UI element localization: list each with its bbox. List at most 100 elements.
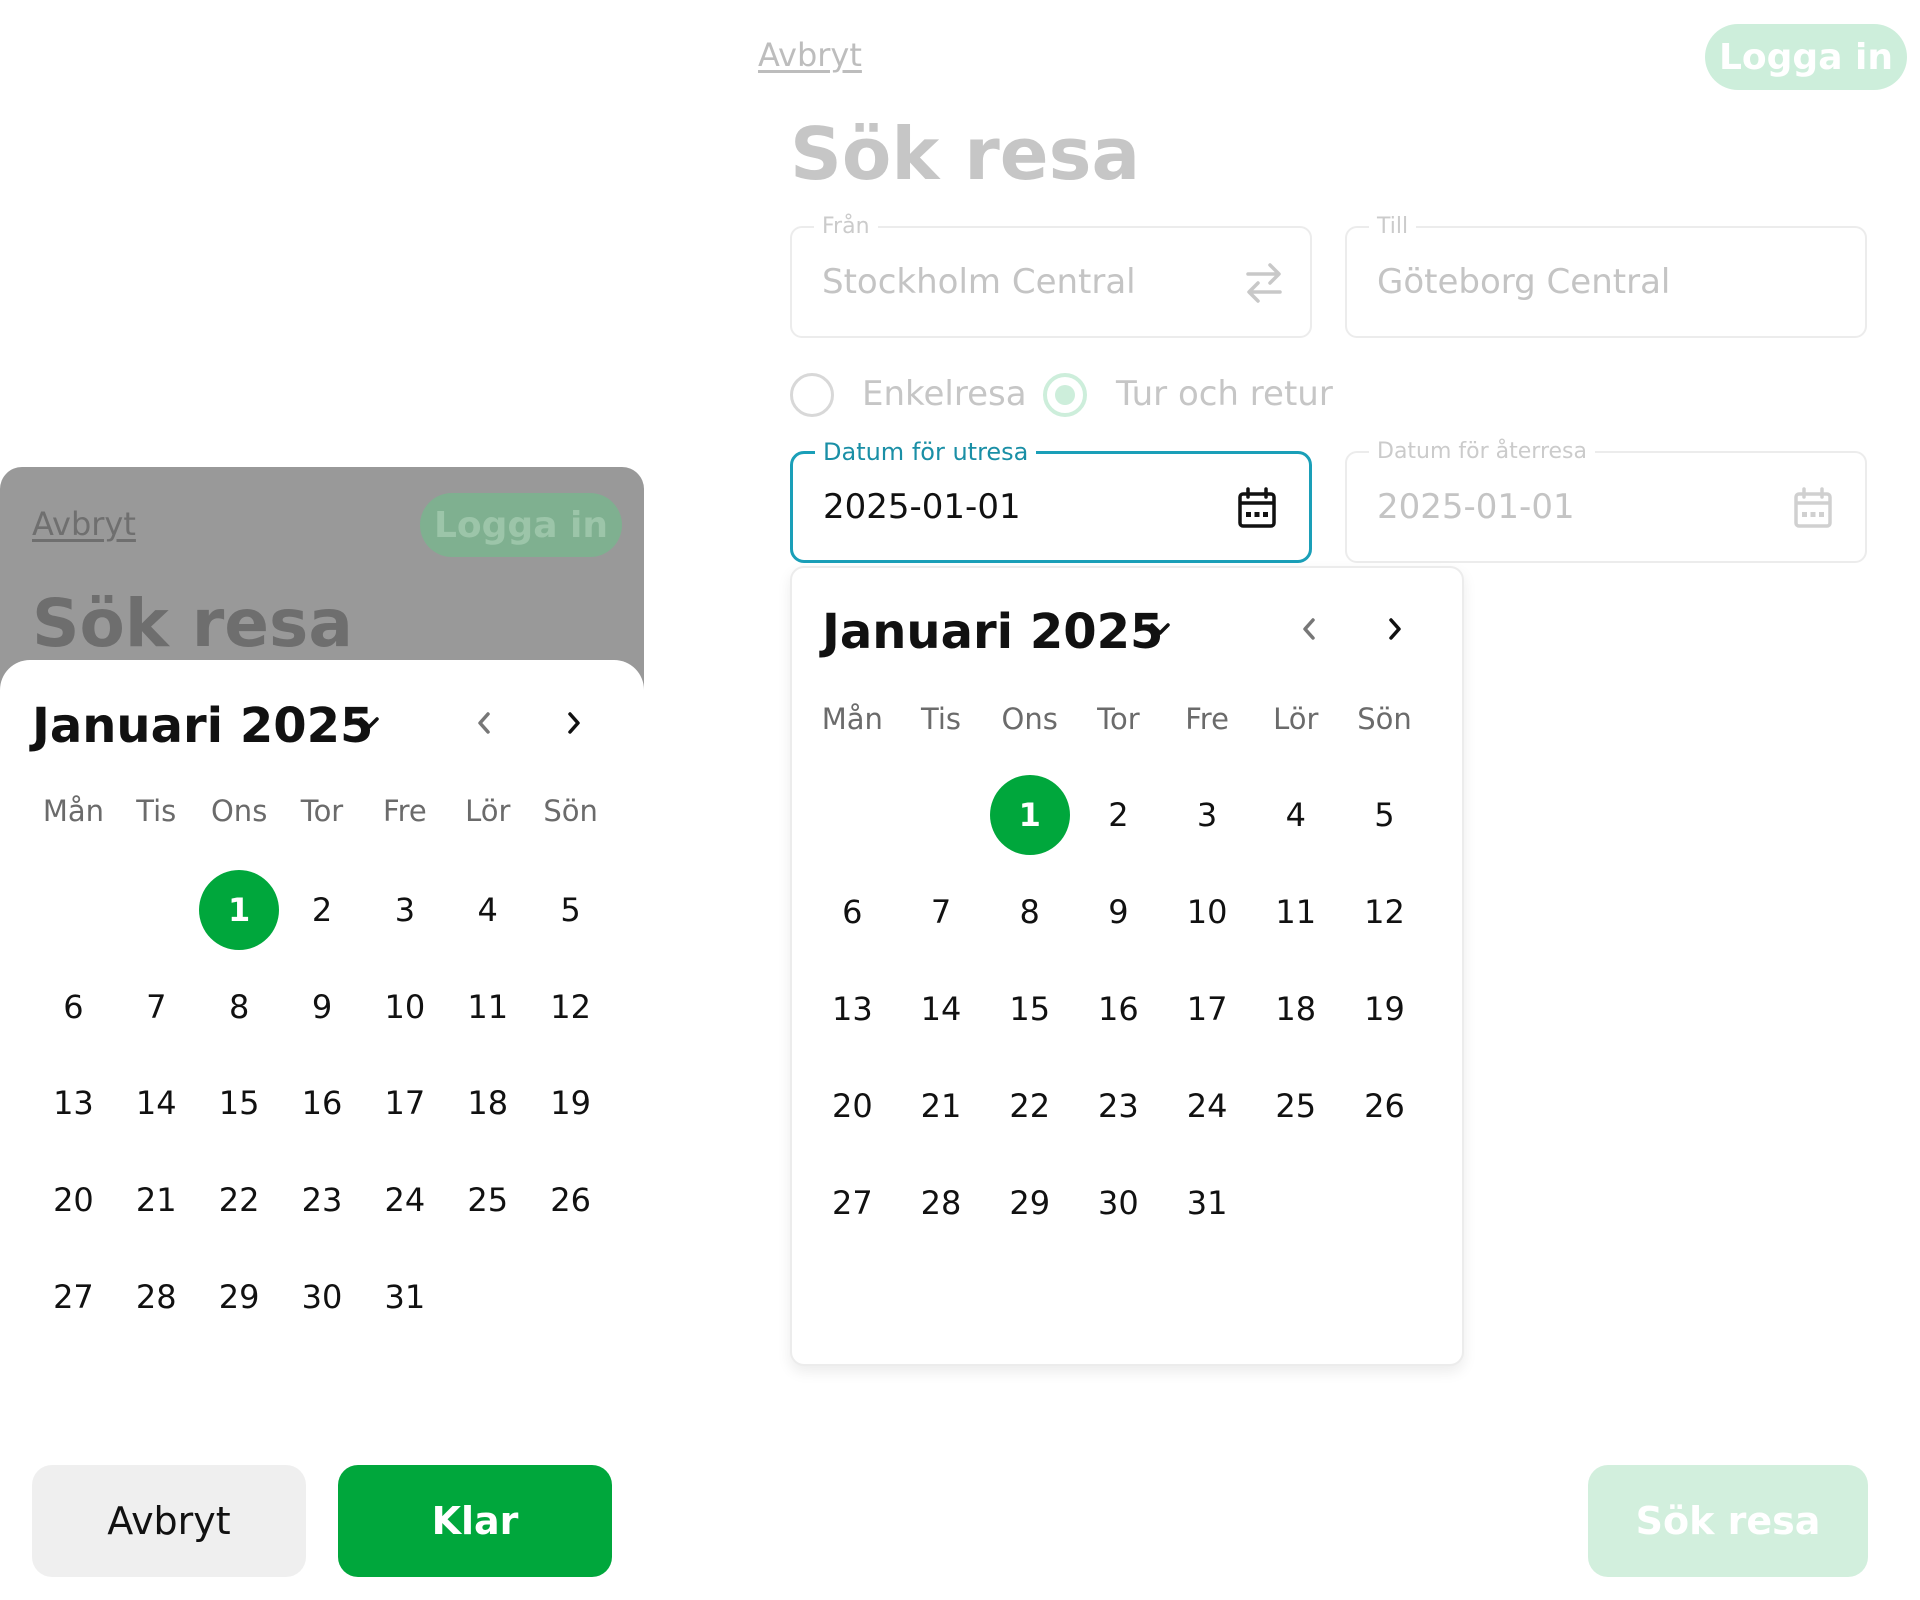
day-cell[interactable]: 15 xyxy=(985,960,1074,1057)
radio-single-trip[interactable] xyxy=(790,373,834,417)
from-field[interactable]: Från Stockholm Central xyxy=(790,214,1312,338)
day-cell[interactable]: 8 xyxy=(985,863,1074,960)
day-cell[interactable]: 14 xyxy=(897,960,986,1057)
mobile-done-button[interactable]: Klar xyxy=(338,1465,612,1577)
day-number: 29 xyxy=(218,1277,260,1316)
day-cell[interactable]: 26 xyxy=(1340,1057,1429,1154)
from-label: Från xyxy=(814,214,878,239)
day-cell[interactable]: 10 xyxy=(1163,863,1252,960)
day-cell[interactable]: 11 xyxy=(446,959,529,1056)
day-cell[interactable]: 29 xyxy=(198,1248,281,1345)
day-cell[interactable]: 30 xyxy=(1074,1154,1163,1251)
day-cell[interactable]: 15 xyxy=(198,1055,281,1152)
weekday-label: Ons xyxy=(210,794,268,828)
prev-month-chevron-left-icon[interactable] xyxy=(1298,614,1320,648)
calendar-icon[interactable] xyxy=(1237,487,1277,533)
day-cell[interactable]: 2 xyxy=(1074,766,1163,863)
day-cell[interactable]: 20 xyxy=(32,1152,115,1249)
day-number: 18 xyxy=(467,1084,509,1123)
day-cell[interactable]: 4 xyxy=(1251,766,1340,863)
day-cell[interactable]: 18 xyxy=(446,1055,529,1152)
day-cell[interactable]: 6 xyxy=(808,863,897,960)
swap-arrows-icon[interactable] xyxy=(1244,260,1284,310)
month-dropdown-chevron-down-icon[interactable] xyxy=(1147,618,1173,644)
day-cell[interactable]: 13 xyxy=(808,960,897,1057)
day-cell[interactable]: 30 xyxy=(281,1248,364,1345)
day-cell[interactable]: 13 xyxy=(32,1055,115,1152)
radio-round-trip[interactable] xyxy=(1043,373,1087,417)
day-number: 30 xyxy=(1098,1183,1139,1222)
day-cell[interactable]: 5 xyxy=(529,862,612,959)
day-cell[interactable]: 28 xyxy=(115,1248,198,1345)
day-cell[interactable]: 17 xyxy=(363,1055,446,1152)
outbound-date-value: 2025-01-01 xyxy=(823,487,1021,527)
mobile-day-grid: 1 2 3 4 5 6 7 8 9 10 11 12 13 14 15 16 17 18 19 20 21 22 23 24 2… xyxy=(32,862,612,1345)
day-cell[interactable]: 18 xyxy=(1251,960,1340,1057)
day-cell[interactable]: 31 xyxy=(1163,1154,1252,1251)
day-cell[interactable]: 7 xyxy=(897,863,986,960)
outbound-date-field[interactable]: Datum för utresa 2025-01-01 xyxy=(790,438,1312,563)
day-cell[interactable]: 22 xyxy=(198,1152,281,1249)
day-cell[interactable]: 21 xyxy=(897,1057,986,1154)
login-button[interactable]: Logga in xyxy=(1705,24,1907,90)
day-cell[interactable]: 25 xyxy=(446,1152,529,1249)
day-cell[interactable]: 28 xyxy=(897,1154,986,1251)
day-cell[interactable]: 8 xyxy=(198,959,281,1056)
day-cell[interactable]: 29 xyxy=(985,1154,1074,1251)
day-cell[interactable]: 2 xyxy=(281,862,364,959)
day-cell[interactable]: 19 xyxy=(1340,960,1429,1057)
day-cell[interactable]: 3 xyxy=(1163,766,1252,863)
mobile-prev-month-chevron-left-icon[interactable] xyxy=(473,708,495,742)
day-cell[interactable]: 7 xyxy=(115,959,198,1056)
day-cell[interactable]: 26 xyxy=(529,1152,612,1249)
selected-day-cell[interactable]: 1 xyxy=(198,862,281,959)
day-cell[interactable]: 25 xyxy=(1251,1057,1340,1154)
cancel-link[interactable]: Avbryt xyxy=(758,36,862,74)
day-cell[interactable]: 17 xyxy=(1163,960,1252,1057)
day-cell[interactable]: 20 xyxy=(808,1057,897,1154)
day-cell[interactable]: 16 xyxy=(281,1055,364,1152)
day-cell[interactable]: 10 xyxy=(363,959,446,1056)
day-number: 16 xyxy=(301,1084,343,1123)
day-cell[interactable]: 27 xyxy=(808,1154,897,1251)
day-number: 9 xyxy=(311,987,333,1026)
day-cell[interactable]: 14 xyxy=(115,1055,198,1152)
day-cell[interactable]: 16 xyxy=(1074,960,1163,1057)
mobile-next-month-chevron-right-icon[interactable] xyxy=(563,708,585,742)
next-month-chevron-right-icon[interactable] xyxy=(1384,614,1406,648)
mobile-login-button[interactable]: Logga in xyxy=(420,493,622,557)
weekday-label: Ons xyxy=(1001,702,1058,736)
day-number: 12 xyxy=(1364,892,1405,931)
day-cell[interactable]: 6 xyxy=(32,959,115,1056)
weekday-label: Sön xyxy=(1357,702,1412,736)
day-cell[interactable]: 4 xyxy=(446,862,529,959)
day-cell[interactable]: 24 xyxy=(1163,1057,1252,1154)
day-number: 8 xyxy=(1019,892,1040,931)
day-cell[interactable]: 24 xyxy=(363,1152,446,1249)
day-cell[interactable]: 12 xyxy=(529,959,612,1056)
day-number: 27 xyxy=(831,1183,873,1222)
day-cell[interactable]: 9 xyxy=(281,959,364,1056)
outbound-date-label: Datum för utresa xyxy=(815,438,1037,466)
search-trip-button[interactable]: Sök resa xyxy=(1588,1465,1868,1577)
day-cell[interactable]: 23 xyxy=(281,1152,364,1249)
day-cell[interactable]: 19 xyxy=(529,1055,612,1152)
to-field[interactable]: Till Göteborg Central xyxy=(1345,214,1867,338)
day-cell[interactable]: 31 xyxy=(363,1248,446,1345)
day-cell[interactable]: 11 xyxy=(1251,863,1340,960)
mobile-cancel-link[interactable]: Avbryt xyxy=(32,505,136,543)
mobile-month-dropdown-chevron-down-icon[interactable] xyxy=(356,712,382,738)
day-cell[interactable]: 5 xyxy=(1340,766,1429,863)
day-cell[interactable]: 21 xyxy=(115,1152,198,1249)
calendar-icon[interactable] xyxy=(1793,487,1833,533)
day-cell[interactable]: 23 xyxy=(1074,1057,1163,1154)
day-cell[interactable]: 3 xyxy=(363,862,446,959)
selected-day-cell[interactable]: 1 xyxy=(985,766,1074,863)
day-cell[interactable]: 27 xyxy=(32,1248,115,1345)
mobile-cancel-button[interactable]: Avbryt xyxy=(32,1465,306,1577)
weekday-label: Fre xyxy=(383,794,427,828)
day-cell[interactable]: 9 xyxy=(1074,863,1163,960)
day-cell[interactable]: 12 xyxy=(1340,863,1429,960)
day-cell[interactable]: 22 xyxy=(985,1057,1074,1154)
return-date-field[interactable]: Datum för återresa 2025-01-01 xyxy=(1345,439,1867,563)
